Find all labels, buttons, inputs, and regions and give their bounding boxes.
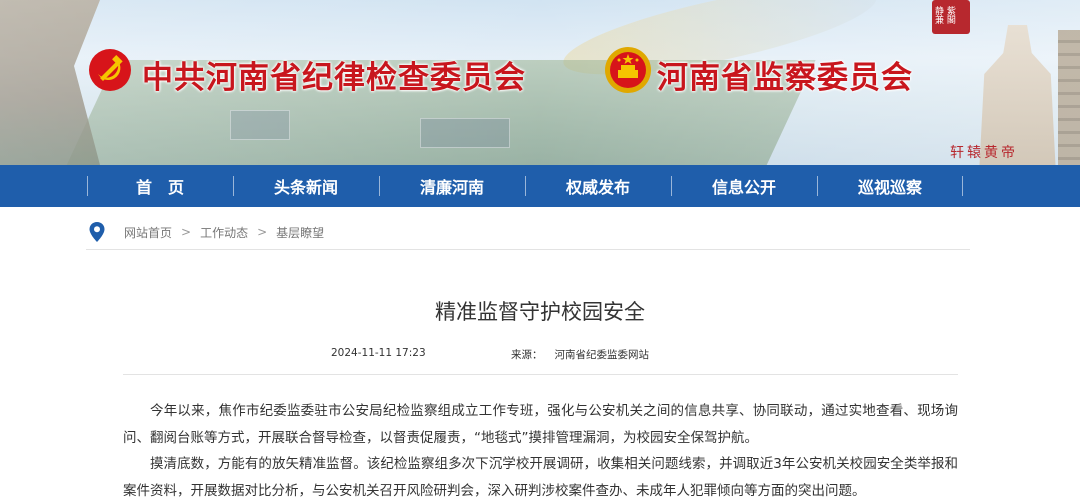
breadcrumb-home-link[interactable]: 网站首页: [124, 224, 172, 241]
pagoda-graphic: [1058, 30, 1080, 165]
nav-item-official-release[interactable]: 权威发布: [525, 165, 671, 207]
article-source-label: 来源：: [511, 349, 543, 361]
nav-item-headlines[interactable]: 头条新闻: [233, 165, 379, 207]
article-paragraph: 今年以来，焦作市纪委监委驻市公安局纪检监察组成立工作专班，强化与公安机关之间的信…: [123, 403, 958, 446]
breadcrumb-separator: >: [257, 225, 268, 239]
article-title: 精准监督守护校园安全: [435, 300, 645, 324]
nav-item-inspection[interactable]: 巡视巡察: [817, 165, 963, 207]
main-nav: 首 页 头条新闻 清廉河南 权威发布 信息公开 巡视巡察: [0, 165, 1080, 207]
calligraphy-text: 轩辕黄帝: [950, 145, 1018, 161]
site-title-commission: 中共河南省纪律检查委员会: [142, 60, 526, 96]
party-emblem-icon: [89, 49, 131, 91]
breadcrumb-work-news-link[interactable]: 工作动态: [200, 224, 248, 241]
article-source: 来源： 河南省纪委监委网站: [511, 347, 649, 362]
article-body: 今年以来，焦作市纪委监委驻市公安局纪检监察组成立工作专班，强化与公安机关之间的信…: [123, 398, 958, 504]
article-divider: [123, 374, 958, 375]
location-pin-icon: [89, 222, 105, 242]
breadcrumb-grassroots-link[interactable]: 基层瞭望: [276, 224, 324, 241]
article-paragraph: 摸清底数，方能有的放矢精准监督。该纪检监察组多次下沉学校开展调研，收集相关问题线…: [123, 456, 958, 499]
breadcrumb: 网站首页 > 工作动态 > 基层瞭望: [86, 215, 970, 250]
breadcrumb-separator: >: [181, 225, 192, 239]
nav-item-clean-henan[interactable]: 清廉河南: [379, 165, 525, 207]
national-emblem-icon: [605, 47, 651, 93]
seal-stamp: 静 紫 兼 閣: [932, 0, 970, 34]
site-title-supervision: 河南省监察委员会: [657, 60, 913, 96]
header-banner: 中共河南省纪律检查委员会 河南省监察委员会 静 紫 兼 閣 轩辕黄帝: [0, 0, 1080, 165]
nav-item-info-disclosure[interactable]: 信息公开: [671, 165, 817, 207]
article-source-name: 河南省纪委监委网站: [554, 349, 650, 361]
nav-item-home[interactable]: 首 页: [87, 165, 233, 207]
article-date: 2024-11-11 17:23: [331, 347, 426, 359]
